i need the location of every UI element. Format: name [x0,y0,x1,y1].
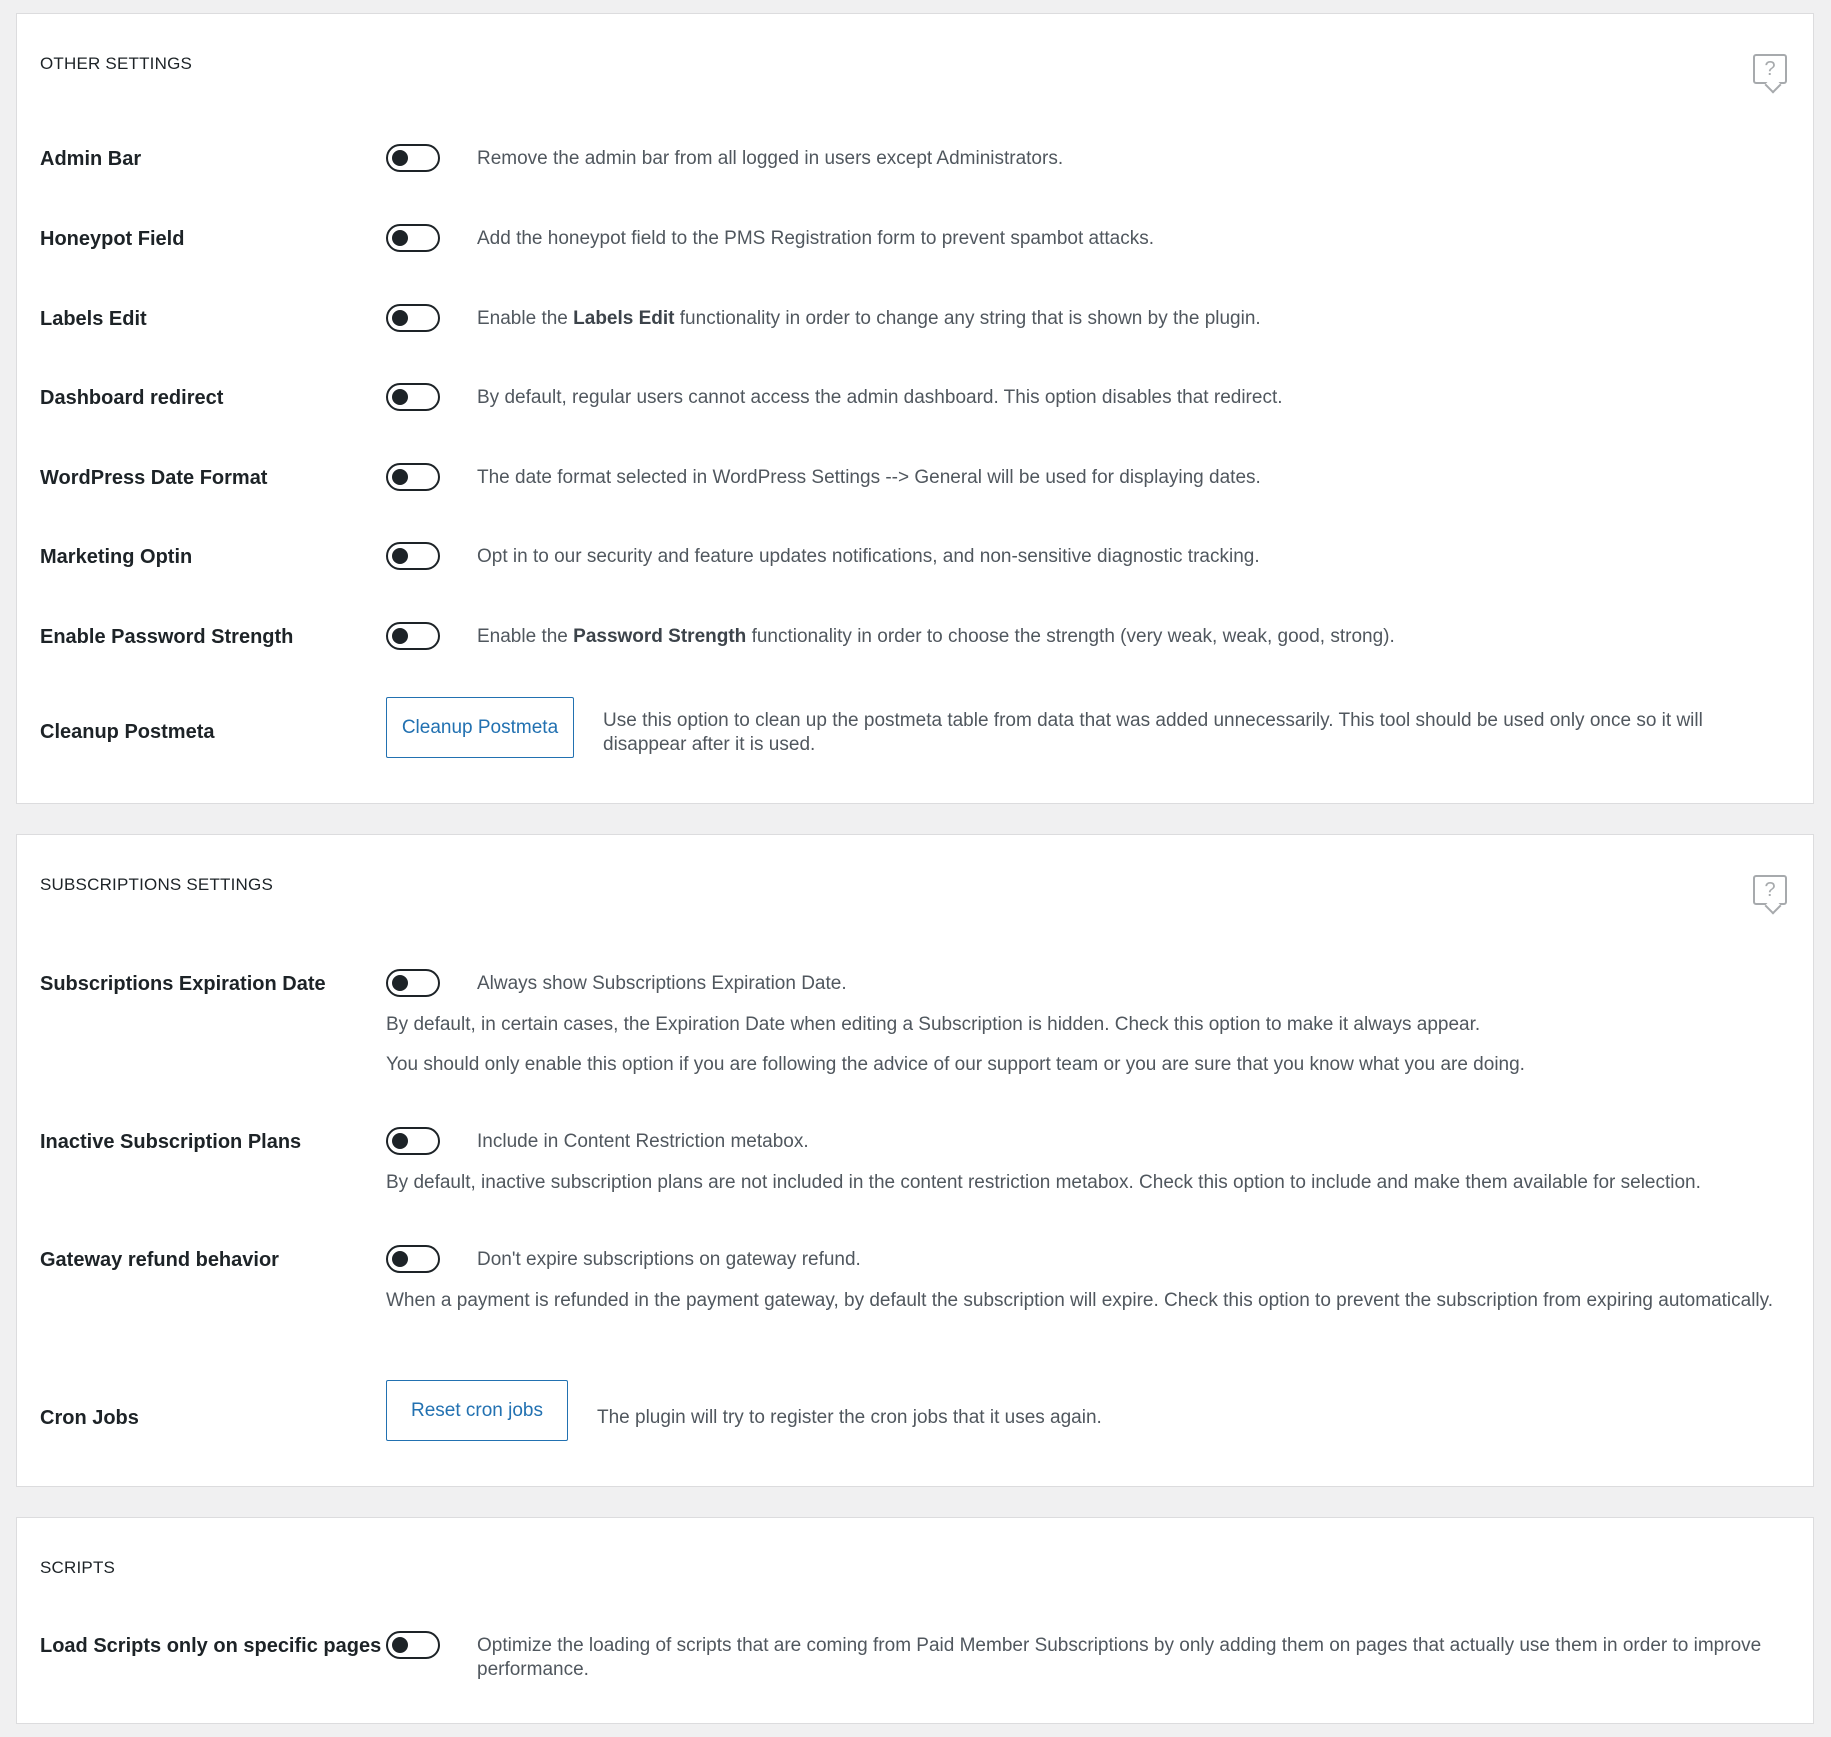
setting-label: Cleanup Postmeta [40,721,215,743]
setting-label: Dashboard redirect [40,387,224,409]
setting-description: Optimize the loading of scripts that are… [477,1635,1762,1680]
toggle-knob [392,469,408,485]
setting-label: WordPress Date Format [40,467,268,489]
toggle-knob [392,310,408,326]
subscriptions-settings-card: SUBSCRIPTIONS SETTINGS ? Subscriptions E… [16,834,1814,1487]
setting-label: Honeypot Field [40,228,185,250]
labels-edit-toggle[interactable] [386,304,440,332]
toggle-knob [392,1133,408,1149]
password-strength-toggle[interactable] [386,622,440,650]
toggle-knob [392,389,408,405]
date-format-toggle[interactable] [386,463,440,491]
setting-label: Cron Jobs [40,1407,139,1429]
other-settings-card: OTHER SETTINGS ? Admin Bar Remove the ad… [16,13,1814,804]
cleanup-postmeta-button[interactable]: Cleanup Postmeta [386,697,574,758]
setting-label: Inactive Subscription Plans [40,1131,302,1153]
setting-label: Marketing Optin [40,546,193,568]
setting-description: Always show Subscriptions Expiration Dat… [477,973,847,994]
setting-description: Add the honeypot field to the PMS Regist… [477,228,1154,249]
toggle-knob [392,548,408,564]
setting-description: Opt in to our security and feature updat… [477,546,1260,567]
gateway-refund-toggle[interactable] [386,1245,440,1273]
card-title: OTHER SETTINGS [40,54,193,73]
toggle-knob [392,230,408,246]
setting-description: Enable the Labels Edit functionality in … [477,308,1261,329]
dashboard-redirect-toggle[interactable] [386,383,440,411]
setting-note: By default, in certain cases, the Expira… [386,1014,1481,1035]
toggle-knob [392,975,408,991]
setting-label: Subscriptions Expiration Date [40,973,326,995]
setting-description: Include in Content Restriction metabox. [477,1131,809,1152]
setting-description: Don't expire subscriptions on gateway re… [477,1249,861,1270]
setting-description: Remove the admin bar from all logged in … [477,148,1064,169]
inactive-plans-toggle[interactable] [386,1127,440,1155]
toggle-knob [392,1251,408,1267]
marketing-optin-toggle[interactable] [386,542,440,570]
reset-cron-jobs-button[interactable]: Reset cron jobs [386,1380,568,1441]
toggle-knob [392,1637,408,1653]
setting-description: The plugin will try to register the cron… [597,1407,1102,1428]
setting-note: When a payment is refunded in the paymen… [386,1290,1774,1311]
toggle-knob [392,150,408,166]
setting-label: Enable Password Strength [40,626,294,648]
setting-description: Enable the Password Strength functionali… [477,626,1395,647]
setting-label: Labels Edit [40,308,147,330]
setting-note: By default, inactive subscription plans … [386,1172,1701,1193]
card-title: SCRIPTS [40,1558,116,1577]
setting-label: Admin Bar [40,148,142,170]
setting-note: You should only enable this option if yo… [386,1054,1525,1075]
setting-description: By default, regular users cannot access … [477,387,1283,408]
card-title: SUBSCRIPTIONS SETTINGS [40,875,273,894]
setting-label: Load Scripts only on specific pages [40,1635,382,1657]
help-icon[interactable]: ? [1753,54,1787,84]
setting-description: The date format selected in WordPress Se… [477,467,1261,488]
toggle-knob [392,628,408,644]
expiration-date-toggle[interactable] [386,969,440,997]
settings-page: OTHER SETTINGS ? Admin Bar Remove the ad… [0,0,1831,1737]
honeypot-toggle[interactable] [386,224,440,252]
setting-description: Use this option to clean up the postmeta… [603,710,1703,755]
setting-label: Gateway refund behavior [40,1249,279,1271]
scripts-card: SCRIPTS Load Scripts only on specific pa… [16,1517,1814,1724]
help-icon[interactable]: ? [1753,875,1787,905]
admin-bar-toggle[interactable] [386,144,440,172]
load-scripts-toggle[interactable] [386,1631,440,1659]
